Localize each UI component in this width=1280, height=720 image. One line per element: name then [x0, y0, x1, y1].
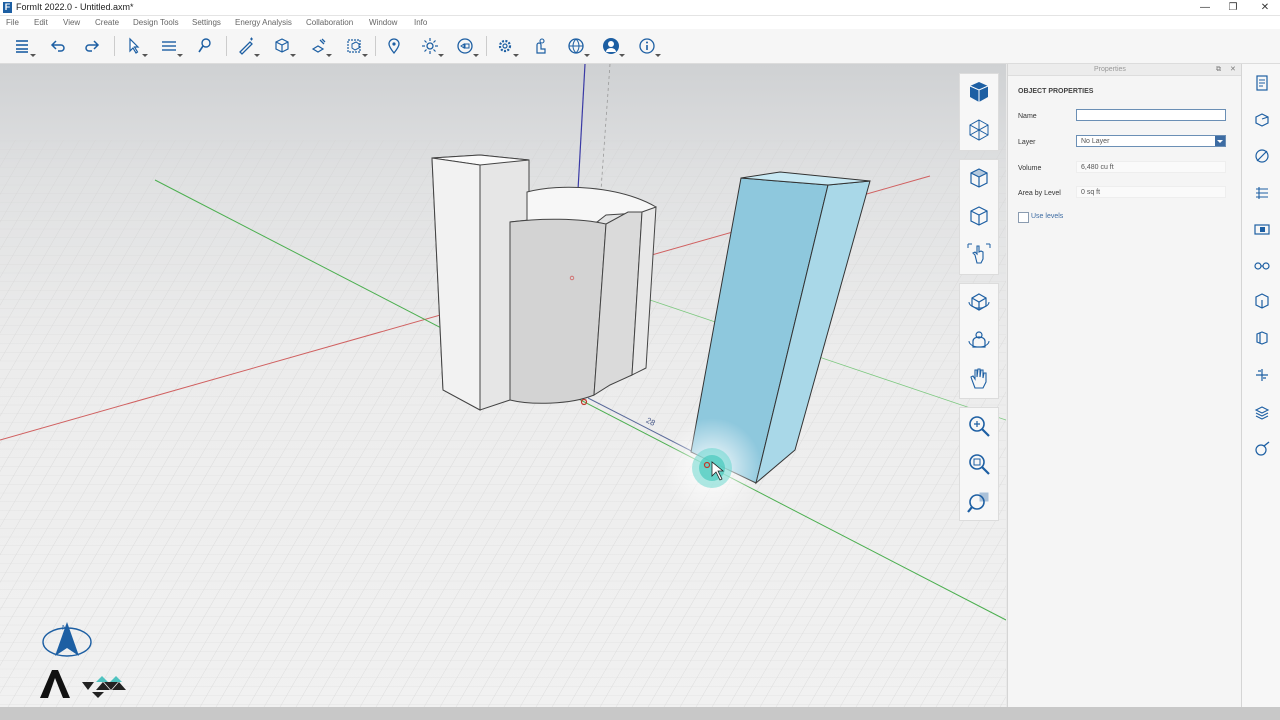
components-icon[interactable] — [1252, 291, 1272, 311]
svg-text:N: N — [62, 625, 67, 632]
properties-panel: Properties ⧉ ✕ OBJECT PROPERTIES Name La… — [1007, 64, 1241, 707]
zoom-window-icon[interactable] — [966, 451, 992, 477]
area-value: 0 sq ft — [1076, 186, 1226, 198]
menu-icon[interactable] — [10, 35, 36, 57]
scenes-icon[interactable] — [1252, 219, 1272, 239]
title-bar: F FormIt 2022.0 - Untitled.axm* — ❐ ✕ — [0, 0, 1280, 16]
materials-icon[interactable] — [1252, 146, 1272, 166]
layer-select[interactable]: No Layer — [1076, 135, 1226, 147]
info-icon[interactable] — [635, 35, 661, 57]
undo-icon[interactable] — [46, 35, 70, 57]
use-levels-checkbox[interactable] — [1018, 212, 1029, 223]
model-scene[interactable]: 28 N — [0, 64, 1006, 707]
modify-icon[interactable] — [306, 35, 332, 57]
status-bar — [0, 707, 1280, 720]
main-toolbar — [0, 29, 1280, 64]
menu-create[interactable]: Create — [95, 17, 119, 28]
properties-header: Properties ⧉ ✕ — [1008, 64, 1241, 76]
properties-icon[interactable] — [1252, 73, 1272, 93]
toolbar-separator — [114, 36, 115, 56]
pan-gesture-icon[interactable] — [966, 241, 992, 267]
plugins-icon[interactable] — [1252, 365, 1272, 385]
menu-window[interactable]: Window — [369, 17, 397, 28]
view-settings-icon[interactable] — [1252, 402, 1272, 422]
settings-icon[interactable] — [493, 35, 519, 57]
groups-icon[interactable] — [1252, 328, 1272, 348]
orbit-nav-group — [959, 283, 999, 399]
zoom-extents-icon[interactable] — [966, 489, 992, 515]
volume-value: 6,480 cu ft — [1076, 161, 1226, 173]
cube-nav-group — [959, 159, 999, 275]
sketch-icon[interactable] — [234, 35, 260, 57]
name-label: Name — [1018, 113, 1037, 120]
grey-building[interactable] — [431, 154, 657, 411]
account-icon[interactable] — [599, 35, 625, 57]
rotate-cube-icon[interactable] — [966, 203, 992, 229]
use-levels-label: Use levels — [1031, 213, 1064, 220]
restore-button[interactable]: ❐ — [1218, 0, 1248, 15]
toolbar-separator — [486, 36, 487, 56]
3d-viewport[interactable]: 28 N — [0, 64, 1006, 707]
properties-title: Properties — [1094, 66, 1126, 73]
zoom-nav-group — [959, 407, 999, 521]
sun-icon[interactable] — [418, 35, 444, 57]
paint-icon[interactable] — [192, 35, 216, 57]
select-icon[interactable] — [122, 35, 148, 57]
style-icon[interactable] — [1252, 439, 1272, 459]
close-button[interactable]: ✕ — [1250, 0, 1280, 15]
toolbar-separator — [226, 36, 227, 56]
minimize-button[interactable]: — — [1190, 0, 1220, 15]
view-nav-group — [959, 73, 999, 151]
window-title: FormIt 2022.0 - Untitled.axm* — [16, 2, 134, 12]
orbit-icon[interactable] — [966, 289, 992, 315]
scene-view-icon[interactable] — [453, 35, 479, 57]
measure-icon[interactable] — [157, 35, 183, 57]
orbit-cube-icon[interactable] — [966, 165, 992, 191]
menu-energy-analysis[interactable]: Energy Analysis — [235, 17, 292, 28]
pin-icon[interactable]: ⧉ — [1216, 64, 1221, 75]
layer-label: Layer — [1018, 139, 1036, 146]
section-title: OBJECT PROPERTIES — [1018, 88, 1094, 95]
toolbar-separator — [375, 36, 376, 56]
collaborate-icon[interactable] — [528, 35, 552, 57]
layer-value: No Layer — [1081, 138, 1110, 145]
app-logo-icon: F — [3, 2, 12, 13]
panel-icon-bar — [1241, 64, 1280, 707]
dropdown-arrow-icon[interactable] — [1215, 136, 1225, 146]
menu-settings[interactable]: Settings — [192, 17, 221, 28]
menu-view[interactable]: View — [63, 17, 80, 28]
redo-icon[interactable] — [80, 35, 104, 57]
axonometric-icon[interactable] — [966, 117, 992, 143]
look-around-icon[interactable] — [966, 327, 992, 353]
view-cube-icon[interactable] — [966, 79, 992, 105]
menu-collaboration[interactable]: Collaboration — [306, 17, 353, 28]
menu-bar: File Edit View Create Design Tools Setti… — [0, 16, 1280, 29]
area-label: Area by Level — [1018, 190, 1061, 197]
menu-design-tools[interactable]: Design Tools — [133, 17, 179, 28]
menu-file[interactable]: File — [6, 17, 19, 28]
visibility-icon[interactable] — [1252, 255, 1272, 275]
cube-icon[interactable] — [270, 35, 296, 57]
zoom-icon[interactable] — [966, 413, 992, 439]
globe-icon[interactable] — [564, 35, 590, 57]
panel-close-icon[interactable]: ✕ — [1230, 64, 1236, 75]
volume-label: Volume — [1018, 165, 1042, 172]
name-input[interactable] — [1076, 109, 1226, 121]
group-icon[interactable] — [342, 35, 368, 57]
location-icon[interactable] — [382, 35, 406, 57]
levels-icon[interactable] — [1252, 183, 1272, 203]
menu-edit[interactable]: Edit — [34, 17, 48, 28]
pan-hand-icon[interactable] — [966, 365, 992, 391]
menu-info[interactable]: Info — [414, 17, 427, 28]
layers-icon[interactable] — [1252, 110, 1272, 130]
